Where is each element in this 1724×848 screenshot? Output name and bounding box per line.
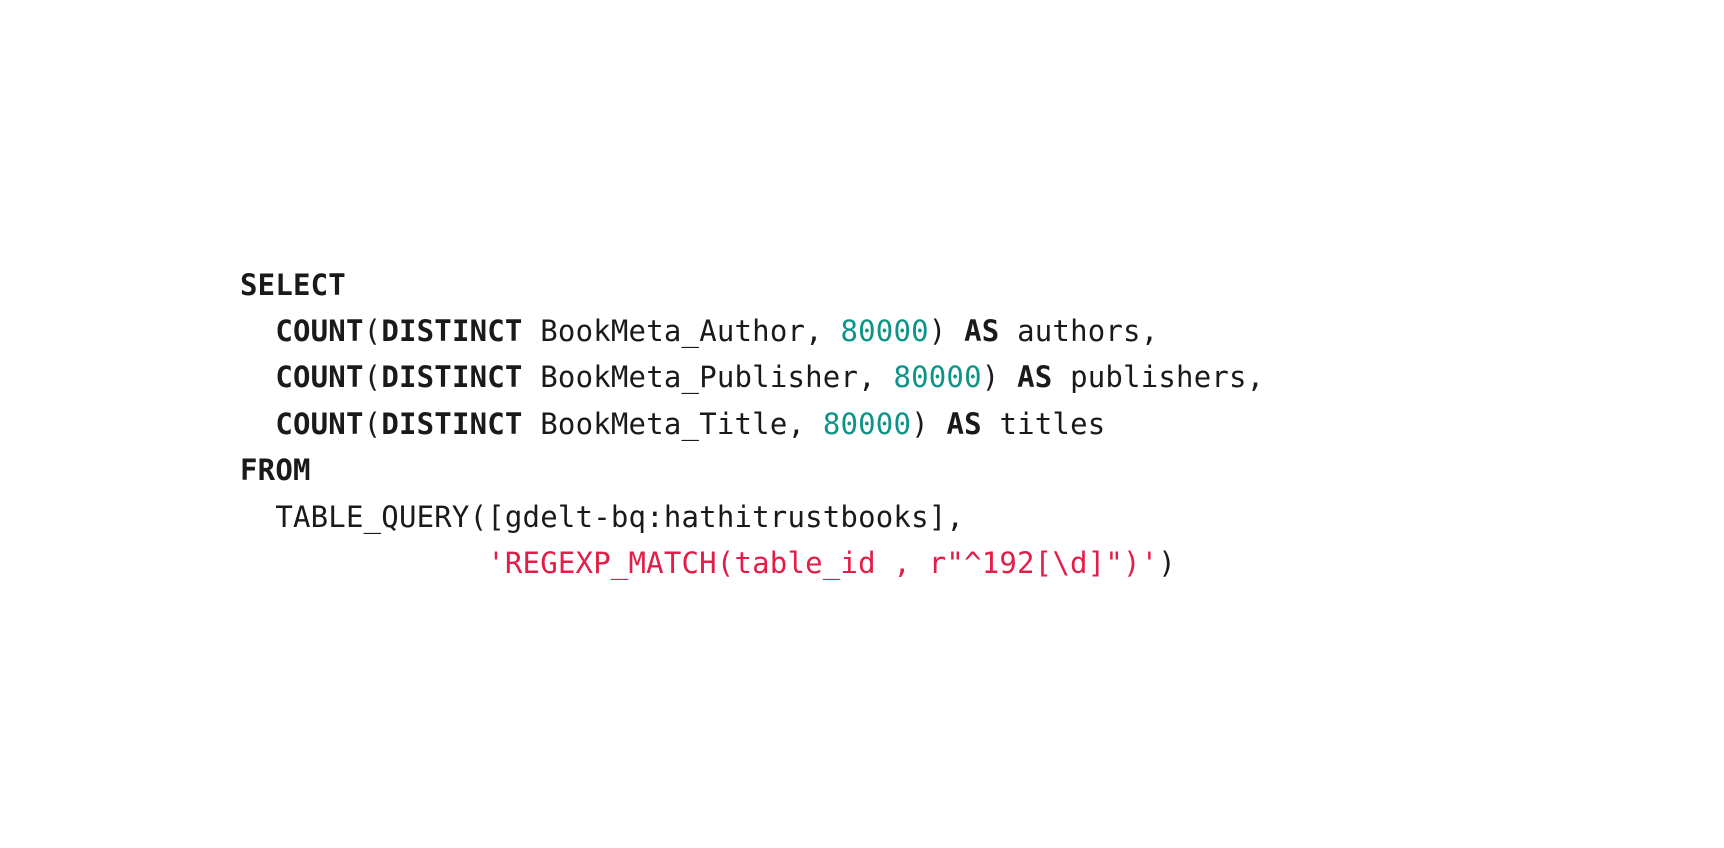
alias: titles xyxy=(982,407,1106,441)
keyword-count: COUNT xyxy=(275,360,363,394)
keyword-as: AS xyxy=(1017,360,1052,394)
keyword-count: COUNT xyxy=(275,407,363,441)
text: BookMeta_Publisher, xyxy=(523,360,894,394)
keyword-as: AS xyxy=(946,407,981,441)
paren: ( xyxy=(364,314,382,348)
table-query: TABLE_QUERY([gdelt-bq:hathitrustbooks], xyxy=(275,500,964,534)
paren: ( xyxy=(364,360,382,394)
number-literal: 80000 xyxy=(893,360,981,394)
indent xyxy=(240,360,275,394)
keyword-as: AS xyxy=(964,314,999,348)
paren: ( xyxy=(364,407,382,441)
alias: authors, xyxy=(999,314,1158,348)
paren: ) xyxy=(1158,546,1176,580)
keyword-from: FROM xyxy=(240,453,311,487)
text: ) xyxy=(929,314,964,348)
text: ) xyxy=(982,360,1017,394)
text: ) xyxy=(911,407,946,441)
keyword-select: SELECT xyxy=(240,268,346,302)
indent xyxy=(240,546,487,580)
indent xyxy=(240,500,275,534)
string-literal: 'REGEXP_MATCH(table_id , r"^192[\d]")' xyxy=(487,546,1158,580)
number-literal: 80000 xyxy=(823,407,911,441)
indent xyxy=(240,314,275,348)
alias: publishers, xyxy=(1052,360,1264,394)
sql-code-block: SELECT COUNT(DISTINCT BookMeta_Author, 8… xyxy=(240,262,1264,587)
text: BookMeta_Author, xyxy=(523,314,841,348)
indent xyxy=(240,407,275,441)
keyword-distinct: DISTINCT xyxy=(381,360,522,394)
number-literal: 80000 xyxy=(840,314,928,348)
keyword-distinct: DISTINCT xyxy=(381,314,522,348)
keyword-distinct: DISTINCT xyxy=(381,407,522,441)
keyword-count: COUNT xyxy=(275,314,363,348)
text: BookMeta_Title, xyxy=(523,407,823,441)
